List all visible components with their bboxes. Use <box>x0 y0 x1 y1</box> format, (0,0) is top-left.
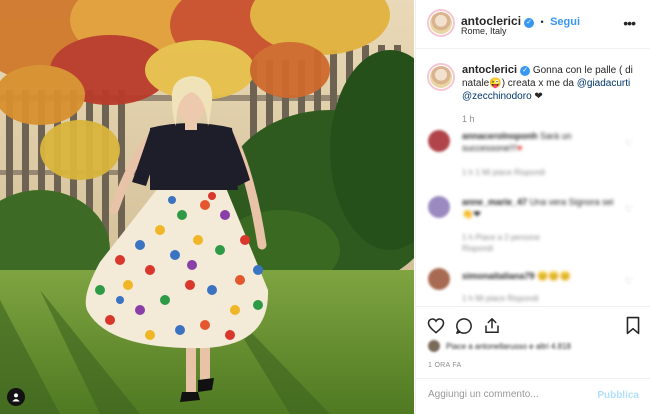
avatar[interactable] <box>430 12 452 34</box>
mention-link[interactable]: @giadacurti <box>577 78 631 89</box>
comment-text: anne_marie_47 Una vera Signora sei 👏❤ <box>462 196 622 220</box>
post-side-panel: antoclerici ✓ • Segui Rome, Italy ••• ant… <box>415 0 650 414</box>
comment-username[interactable]: simonaitaliana79 <box>462 271 535 281</box>
comment-like-icon[interactable]: ♡ <box>625 204 633 215</box>
comment-text: simonaitaliana79 😊😊😊 <box>462 270 622 282</box>
verified-badge-icon: ✓ <box>520 66 531 76</box>
caption-timestamp: 1 h <box>462 114 475 124</box>
caption-emoji: 😜 <box>489 78 502 89</box>
verified-badge-icon: ✓ <box>524 18 535 28</box>
post-header: antoclerici ✓ • Segui Rome, Italy ••• <box>416 0 650 49</box>
dot-separator: • <box>540 17 544 27</box>
comment-avatar[interactable] <box>428 268 450 290</box>
bookmark-icon[interactable] <box>625 316 641 340</box>
user-tag-icon[interactable] <box>7 388 25 406</box>
comment-body: 😊😊😊 <box>537 271 571 281</box>
comment-username[interactable]: annacerolnoponh <box>462 131 538 141</box>
comment-avatar[interactable] <box>428 130 450 152</box>
comment-username[interactable]: anne_marie_47 <box>462 197 527 207</box>
photo-illustration <box>0 0 414 414</box>
follow-button[interactable]: Segui <box>550 16 580 28</box>
likes-avatar[interactable] <box>428 340 440 352</box>
caption-text-2: ) creata x me da <box>501 78 577 89</box>
comment-body: Una vera Signora sei <box>529 197 614 207</box>
instagram-post-view: antoclerici ✓ • Segui Rome, Italy ••• ant… <box>0 0 650 414</box>
comment-meta[interactable]: 1 h Piace a 2 persone Rispondi <box>462 232 572 254</box>
more-options-icon[interactable]: ••• <box>623 15 636 31</box>
comment-meta[interactable]: 1 h 1 Mi piace Rispondi <box>462 168 545 177</box>
publish-button[interactable]: Pubblica <box>597 390 639 401</box>
comment-text: annacerolnoponh Sarà un successone!!!♥ <box>462 130 622 154</box>
post-photo[interactable] <box>0 0 414 414</box>
post-actions-bar <box>416 306 650 343</box>
mention-link[interactable]: @zecchinodoro <box>462 91 532 102</box>
heart-emoji: ❤ <box>534 91 543 102</box>
share-icon[interactable] <box>483 316 501 340</box>
likes-count[interactable]: Piace a antonellarusso e altri 4.818 <box>446 342 571 351</box>
comment-input[interactable] <box>428 389 588 400</box>
post-location[interactable]: Rome, Italy <box>461 26 507 36</box>
caption-avatar[interactable] <box>430 66 452 88</box>
caption-username[interactable]: antoclerici <box>462 64 517 76</box>
comment-like-icon[interactable]: ♡ <box>625 138 633 149</box>
comment-meta[interactable]: 1 h Mi piace Rispondi <box>462 294 538 303</box>
post-caption: antoclerici ✓ Gonna con le palle ( di nat… <box>462 64 642 103</box>
comment-emoji: ♥ <box>517 143 523 153</box>
add-comment-bar: Pubblica <box>416 378 650 415</box>
comment-avatar[interactable] <box>428 196 450 218</box>
comment-emoji: 👏❤ <box>462 209 481 219</box>
comment-bubble-icon[interactable] <box>455 317 473 340</box>
comment-like-icon[interactable]: ♡ <box>625 276 633 287</box>
heart-outline-icon[interactable] <box>427 317 445 339</box>
post-date[interactable]: 1 ORA FA <box>428 362 462 369</box>
